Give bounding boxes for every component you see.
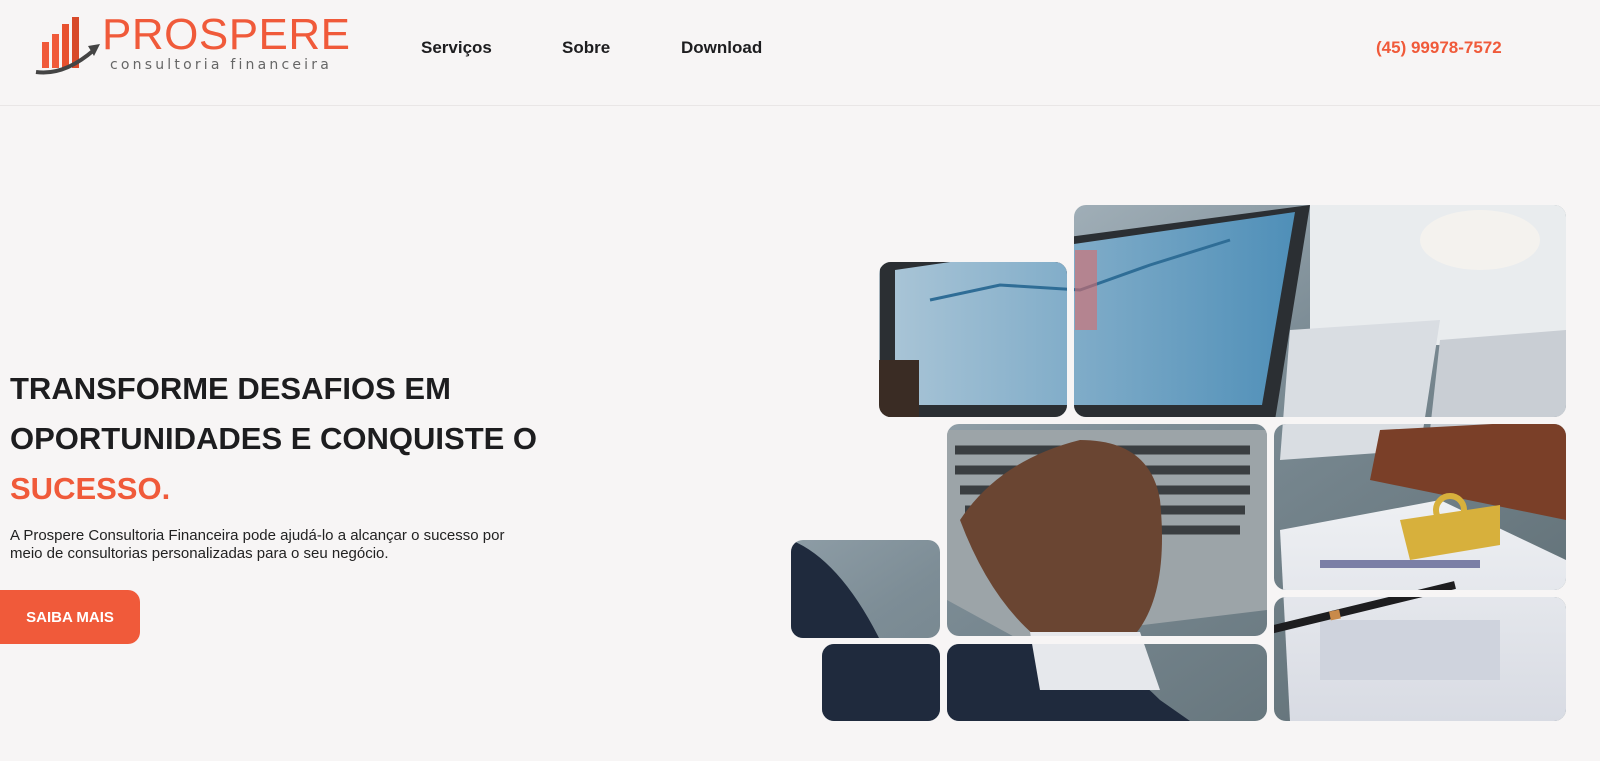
- bar-chart-growth-icon: [35, 17, 100, 75]
- hero-title: TRANSFORME DESAFIOS EM OPORTUNIDADES E C…: [10, 364, 570, 514]
- nav-item-download[interactable]: Download: [681, 38, 762, 58]
- brand-name: PROSPERE: [102, 10, 351, 59]
- hero-description: A Prospere Consultoria Financeira pode a…: [10, 527, 505, 562]
- site-header: PROSPERE consultoria financeira Serviços…: [0, 0, 1600, 106]
- saiba-mais-button[interactable]: SAIBA MAIS: [0, 590, 140, 644]
- hero-title-accent: SUCESSO.: [10, 471, 171, 506]
- nav-item-servicos[interactable]: Serviços: [421, 38, 492, 58]
- hero-title-line1: TRANSFORME DESAFIOS EM: [10, 371, 451, 406]
- phone-link[interactable]: (45) 99978-7572: [1376, 38, 1502, 58]
- hero-title-line2: OPORTUNIDADES E CONQUISTE O: [10, 421, 538, 456]
- brand-logo[interactable]: PROSPERE consultoria financeira: [34, 10, 364, 78]
- nav-item-sobre[interactable]: Sobre: [562, 38, 610, 58]
- brand-tagline: consultoria financeira: [110, 57, 333, 73]
